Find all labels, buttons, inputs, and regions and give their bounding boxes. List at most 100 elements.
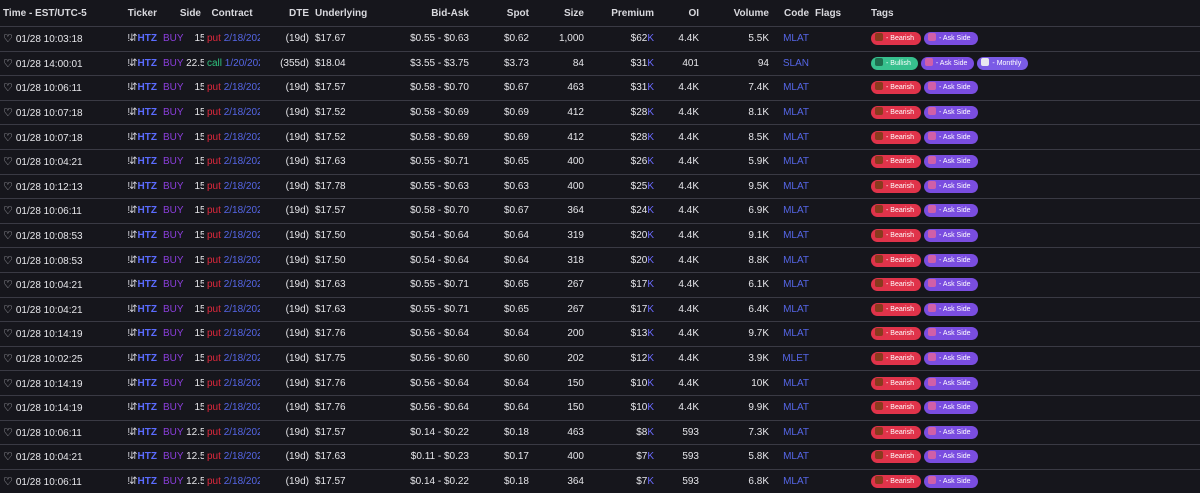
- heart-outline-icon[interactable]: ♡: [3, 131, 13, 144]
- table-row[interactable]: ♡01/28 10:07:18!⇵HTZBUY15put 2/18/2022(1…: [0, 99, 1200, 125]
- ticker-link[interactable]: HTZ: [138, 427, 157, 438]
- exclamation-swap-icon[interactable]: !⇵: [127, 156, 137, 167]
- expiry-link[interactable]: 2/18/2022: [224, 33, 260, 44]
- expiry-link[interactable]: 2/18/2022: [224, 181, 260, 192]
- ticker-link[interactable]: HTZ: [138, 279, 157, 290]
- heart-outline-icon[interactable]: ♡: [3, 377, 13, 390]
- exclamation-swap-icon[interactable]: !⇵: [127, 328, 137, 339]
- tag-ask[interactable]: - Ask Side: [924, 327, 978, 341]
- col-bid-ask[interactable]: Bid-Ask: [362, 0, 472, 27]
- table-row[interactable]: ♡01/28 10:04:21!⇵HTZBUY15put 2/18/2022(1…: [0, 296, 1200, 322]
- tag-bear[interactable]: - Bearish: [871, 352, 922, 366]
- table-row[interactable]: ♡01/28 10:04:21!⇵HTZBUY15put 2/18/2022(1…: [0, 148, 1200, 175]
- tag-ask[interactable]: - Ask Side: [924, 32, 978, 46]
- table-row[interactable]: ♡01/28 10:06:11!⇵HTZBUY15put 2/18/2022(1…: [0, 75, 1200, 101]
- heart-outline-icon[interactable]: ♡: [3, 106, 13, 119]
- expiry-link[interactable]: 2/18/2022: [224, 451, 260, 462]
- exclamation-swap-icon[interactable]: !⇵: [127, 304, 137, 315]
- exclamation-swap-icon[interactable]: !⇵: [127, 476, 137, 487]
- ticker-link[interactable]: HTZ: [138, 328, 157, 339]
- col-code[interactable]: Code: [772, 0, 812, 27]
- exclamation-swap-icon[interactable]: !⇵: [127, 33, 137, 44]
- tag-ask[interactable]: - Ask Side: [924, 302, 978, 316]
- exclamation-swap-icon[interactable]: !⇵: [127, 353, 137, 364]
- tag-bear[interactable]: - Bearish: [871, 401, 922, 415]
- tag-bear[interactable]: - Bearish: [871, 130, 922, 144]
- col-ticker[interactable]: Ticker: [118, 0, 160, 27]
- ticker-link[interactable]: HTZ: [138, 255, 157, 266]
- tag-bear[interactable]: - Bearish: [871, 302, 922, 316]
- table-row[interactable]: ♡01/28 10:14:19!⇵HTZBUY15put 2/18/2022(1…: [0, 321, 1200, 347]
- ticker-link[interactable]: HTZ: [138, 156, 157, 167]
- tag-bear[interactable]: - Bearish: [871, 327, 922, 341]
- col-side[interactable]: Side: [160, 0, 204, 27]
- expiry-link[interactable]: 2/18/2022: [224, 378, 260, 389]
- tag-bear[interactable]: - Bearish: [871, 425, 922, 439]
- col-oi[interactable]: OI: [657, 0, 702, 27]
- table-row[interactable]: ♡01/28 10:06:11!⇵HTZBUY12.5put 2/18/2022…: [0, 468, 1200, 493]
- tag-ask[interactable]: - Ask Side: [924, 253, 978, 267]
- tag-bear[interactable]: - Bearish: [871, 204, 922, 218]
- tag-bear[interactable]: - Bearish: [871, 179, 922, 193]
- tag-ask[interactable]: - Ask Side: [924, 425, 978, 439]
- ticker-link[interactable]: HTZ: [138, 82, 157, 93]
- exclamation-swap-icon[interactable]: !⇵: [127, 230, 137, 241]
- exclamation-swap-icon[interactable]: !⇵: [127, 427, 137, 438]
- ticker-link[interactable]: HTZ: [138, 476, 157, 487]
- table-row[interactable]: ♡01/28 10:08:53!⇵HTZBUY15put 2/18/2022(1…: [0, 222, 1200, 248]
- tag-ask[interactable]: - Ask Side: [924, 376, 978, 390]
- ticker-link[interactable]: HTZ: [138, 205, 157, 216]
- tag-bear[interactable]: - Bearish: [871, 253, 922, 267]
- table-row[interactable]: ♡01/28 10:06:11!⇵HTZBUY12.5put 2/18/2022…: [0, 419, 1200, 445]
- heart-outline-icon[interactable]: ♡: [3, 180, 13, 193]
- ticker-link[interactable]: HTZ: [138, 33, 157, 44]
- expiry-link[interactable]: 2/18/2022: [224, 353, 260, 364]
- ticker-link[interactable]: HTZ: [138, 304, 157, 315]
- exclamation-swap-icon[interactable]: !⇵: [127, 378, 137, 389]
- table-row[interactable]: ♡01/28 10:14:19!⇵HTZBUY15put 2/18/2022(1…: [0, 394, 1200, 420]
- tag-bull[interactable]: - Bullish: [871, 56, 918, 70]
- expiry-link[interactable]: 2/18/2022: [224, 279, 260, 290]
- heart-outline-icon[interactable]: ♡: [3, 229, 13, 242]
- heart-outline-icon[interactable]: ♡: [3, 327, 13, 340]
- table-row[interactable]: ♡01/28 10:06:11!⇵HTZBUY15put 2/18/2022(1…: [0, 198, 1200, 224]
- tag-ask[interactable]: - Ask Side: [924, 229, 978, 243]
- exclamation-swap-icon[interactable]: !⇵: [127, 279, 137, 290]
- table-row[interactable]: ♡01/28 14:00:01!⇵HTZBUY22.5call 1/20/202…: [0, 50, 1200, 76]
- tag-ask[interactable]: - Ask Side: [924, 474, 978, 488]
- heart-outline-icon[interactable]: ♡: [3, 450, 13, 463]
- heart-outline-icon[interactable]: ♡: [3, 426, 13, 439]
- heart-outline-icon[interactable]: ♡: [3, 57, 13, 70]
- expiry-link[interactable]: 2/18/2022: [224, 230, 260, 241]
- ticker-link[interactable]: HTZ: [138, 451, 157, 462]
- tag-ask[interactable]: - Ask Side: [924, 352, 978, 366]
- heart-outline-icon[interactable]: ♡: [3, 155, 13, 168]
- table-row[interactable]: ♡01/28 10:07:18!⇵HTZBUY15put 2/18/2022(1…: [0, 124, 1200, 150]
- expiry-link[interactable]: 2/18/2022: [224, 132, 260, 143]
- heart-outline-icon[interactable]: ♡: [3, 401, 13, 414]
- col-premium[interactable]: Premium: [587, 0, 657, 27]
- tag-bear[interactable]: - Bearish: [871, 32, 922, 46]
- expiry-link[interactable]: 2/18/2022: [224, 156, 260, 167]
- heart-outline-icon[interactable]: ♡: [3, 278, 13, 291]
- heart-outline-icon[interactable]: ♡: [3, 254, 13, 267]
- expiry-link[interactable]: 2/18/2022: [224, 107, 260, 118]
- expiry-link[interactable]: 1/20/2023: [225, 58, 260, 69]
- tag-bear[interactable]: - Bearish: [871, 376, 922, 390]
- tag-bear[interactable]: - Bearish: [871, 278, 922, 292]
- exclamation-swap-icon[interactable]: !⇵: [127, 451, 137, 462]
- tag-bear[interactable]: - Bearish: [871, 155, 922, 169]
- col-dte[interactable]: DTE: [260, 0, 312, 27]
- tag-ask[interactable]: - Ask Side: [924, 278, 978, 292]
- expiry-link[interactable]: 2/18/2022: [224, 402, 260, 413]
- table-row[interactable]: ♡01/28 10:04:21!⇵HTZBUY15put 2/18/2022(1…: [0, 271, 1200, 298]
- ticker-link[interactable]: HTZ: [138, 58, 157, 69]
- exclamation-swap-icon[interactable]: !⇵: [127, 58, 137, 69]
- table-row[interactable]: ♡01/28 10:08:53!⇵HTZBUY15put 2/18/2022(1…: [0, 247, 1200, 273]
- col-underlying[interactable]: Underlying: [312, 0, 367, 27]
- heart-outline-icon[interactable]: ♡: [3, 81, 13, 94]
- table-row[interactable]: ♡01/28 10:03:18!⇵HTZBUY15put 2/18/2022(1…: [0, 26, 1200, 52]
- col-size[interactable]: Size: [532, 0, 587, 27]
- tag-ask[interactable]: - Ask Side: [924, 130, 978, 144]
- ticker-link[interactable]: HTZ: [138, 132, 157, 143]
